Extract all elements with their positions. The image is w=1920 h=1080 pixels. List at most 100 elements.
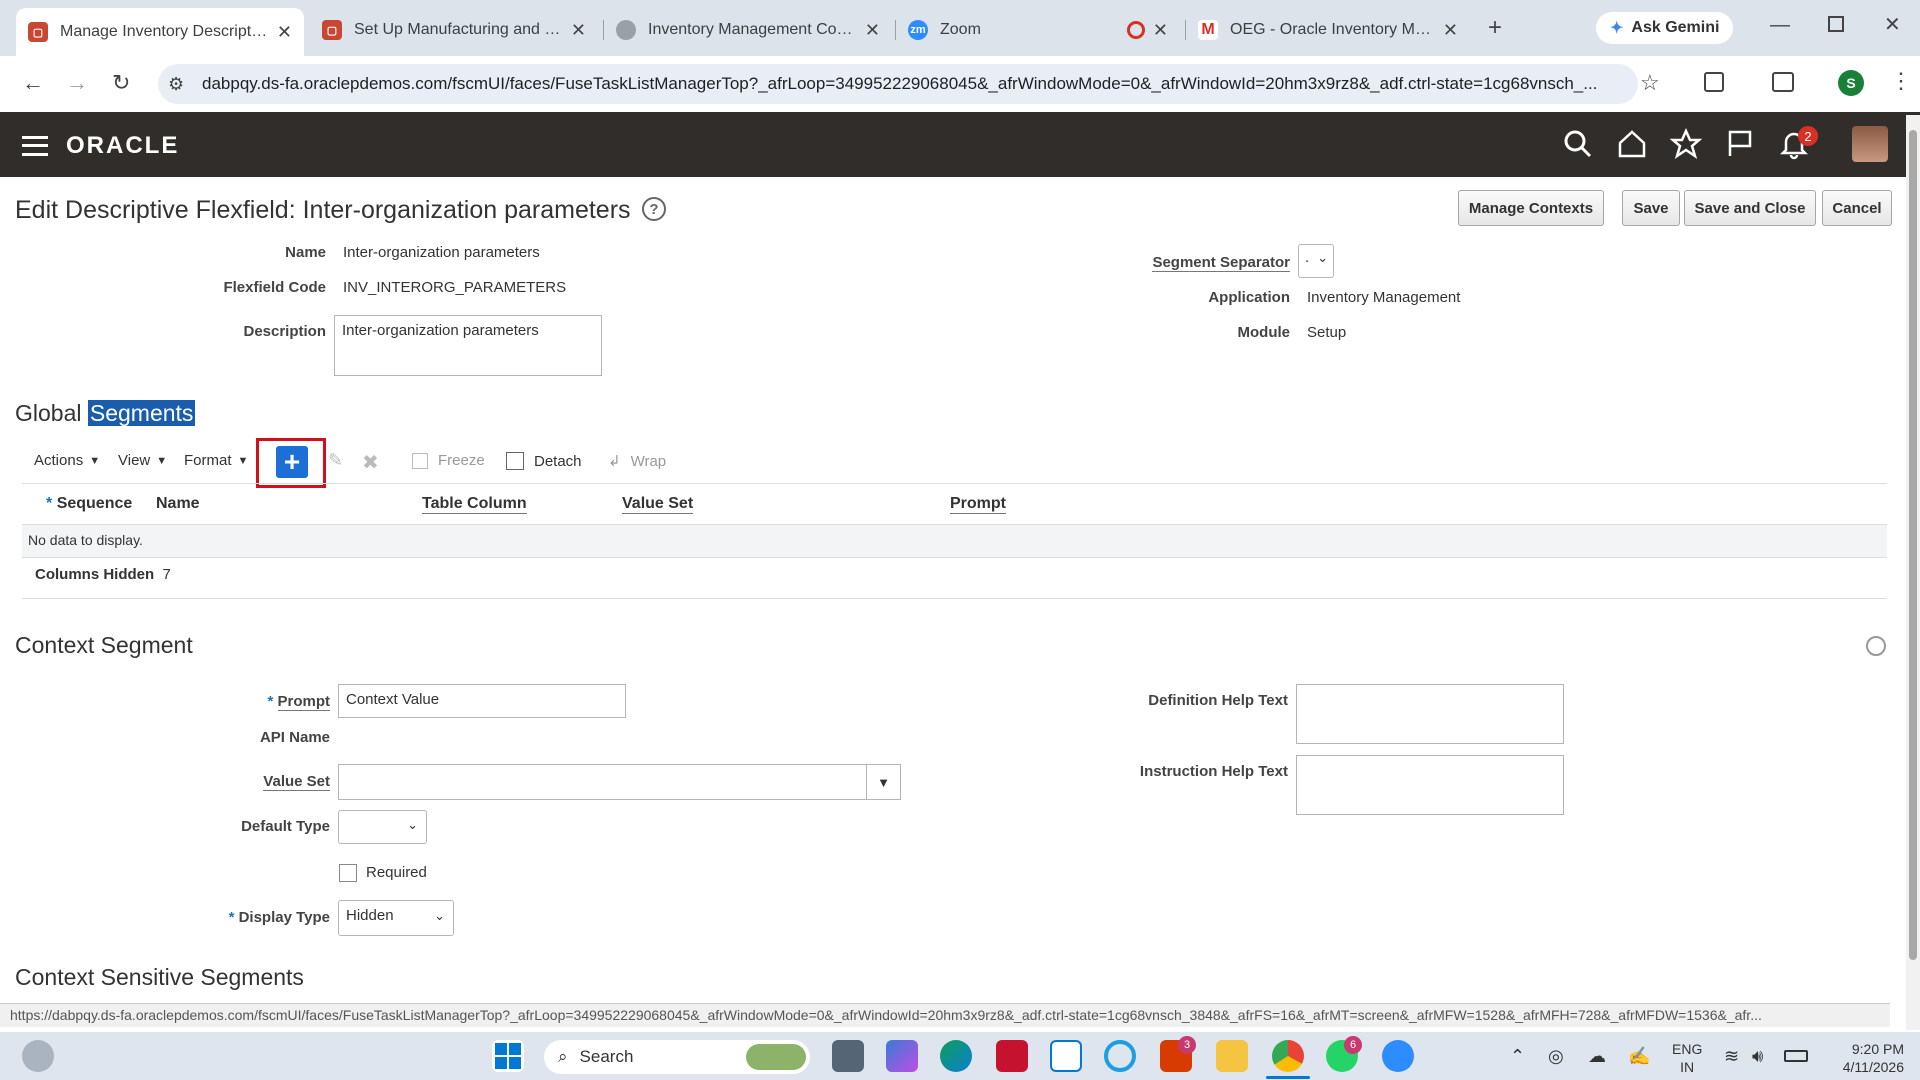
mcafee-icon[interactable] [996,1040,1028,1072]
close-tab-icon[interactable]: ✕ [1153,20,1168,41]
bookmark-star-icon[interactable]: ☆ [1640,70,1660,96]
edge-icon[interactable] [940,1040,972,1072]
notification-badge: 2 [1798,126,1818,146]
menu-kebab-icon[interactable]: ⋮ [1890,68,1912,94]
recording-icon [1126,21,1145,39]
actions-menu[interactable]: Actions ▼ [34,452,100,469]
chevron-up-icon[interactable]: ⌃ [1510,1046,1525,1067]
format-menu[interactable]: Format ▼ [184,452,248,469]
dropdown-arrow-icon[interactable]: ▼ [866,765,900,799]
column-header-prompt[interactable]: Prompt [950,495,1006,514]
task-view-icon[interactable] [832,1040,864,1072]
tab-search-icon[interactable] [1772,72,1794,92]
zoom-app-icon[interactable] [1382,1040,1414,1072]
table-body [22,524,1887,558]
detach-button[interactable]: Detach [506,452,582,470]
profile-avatar[interactable]: S [1838,70,1864,96]
module-value: Setup [1307,324,1347,341]
edit-pencil-icon[interactable]: ✎ [328,450,343,471]
oracle-logo[interactable]: ORACLE [66,132,179,160]
url-text[interactable]: dabpqy.ds-fa.oraclepdemos.com/fscmUI/fac… [202,74,1622,94]
battery-icon[interactable] [1784,1050,1808,1062]
column-header-name[interactable]: Name [156,495,200,513]
prompt-input[interactable]: Context Value [338,684,626,718]
pen-icon[interactable]: ✍ [1628,1046,1650,1067]
required-checkbox[interactable] [339,864,357,882]
link-status-bar: https://dabpqy.ds-fa.oraclepdemos.com/fs… [0,1003,1890,1027]
column-header-table-column[interactable]: Table Column [422,495,527,514]
chrome-icon[interactable] [1272,1040,1304,1072]
forward-icon[interactable]: → [66,70,88,96]
search-icon[interactable] [1562,128,1594,160]
tab-manage-inventory[interactable]: ▢ Manage Inventory Descriptive ✕ [16,8,304,56]
instruction-help-textarea[interactable] [1296,755,1564,815]
wrap-icon: ↲ [608,453,621,470]
site-info-icon[interactable]: ⚙ [168,74,184,95]
onedrive-icon[interactable]: ☁ [1588,1046,1606,1067]
help-icon[interactable]: ? [642,197,666,221]
copilot-icon[interactable] [886,1040,918,1072]
weather-icon[interactable] [22,1040,54,1072]
value-set-input[interactable]: ▼ [338,764,901,800]
definition-help-textarea[interactable] [1296,684,1564,744]
delete-x-icon[interactable]: ✖ [362,450,379,475]
description-textarea[interactable]: Inter-organization parameters [334,315,602,376]
close-tab-icon[interactable]: ✕ [865,20,880,41]
new-tab-icon[interactable]: + [1488,14,1502,42]
watchlist-flag-icon[interactable] [1724,128,1756,160]
close-tab-icon[interactable]: ✕ [1443,20,1458,41]
default-type-select[interactable]: ⌄ [338,810,427,844]
globe-icon [616,20,636,40]
freeze-button[interactable]: Freeze [412,452,485,469]
display-type-select[interactable]: Hidden ⌄ [338,900,454,936]
maximize-icon[interactable] [1828,16,1844,32]
close-tab-icon[interactable]: ✕ [571,20,586,41]
add-row-icon[interactable]: + [276,446,308,478]
cortana-icon[interactable] [1104,1040,1136,1072]
view-menu[interactable]: View ▼ [118,452,167,469]
wrap-button[interactable]: ↲ Wrap [608,452,666,471]
instruction-help-text-label: Instruction Help Text [1139,763,1288,780]
columns-hidden-status: Columns Hidden 7 [35,566,171,583]
store-icon[interactable] [1050,1040,1082,1072]
wifi-icon[interactable]: ≋ [1724,1046,1739,1067]
minimize-icon[interactable]: — [1770,14,1790,37]
reload-icon[interactable]: ↻ [112,70,130,96]
tab-inventory-config[interactable]: Inventory Management Config ✕ [604,10,892,50]
scrollbar-thumb[interactable] [1909,130,1917,960]
tab-setup-manufacturing[interactable]: ▢ Set Up Manufacturing and Sup ✕ [310,10,598,50]
value-set-label: Value Set [263,773,330,791]
file-explorer-icon[interactable] [1216,1040,1248,1072]
back-icon[interactable]: ← [22,70,44,96]
volume-icon[interactable]: 🔊︎ [1752,1046,1763,1067]
info-icon[interactable] [1866,636,1886,656]
save-and-close-button[interactable]: Save and Close [1684,190,1816,226]
close-window-icon[interactable]: ✕ [1884,12,1901,37]
search-icon: ⌕ [558,1047,568,1066]
save-button[interactable]: Save [1622,190,1680,226]
ask-gemini-button[interactable]: ✦ Ask Gemini [1596,12,1734,44]
clock[interactable]: 9:20 PM 4/11/2026 [1828,1040,1904,1076]
close-tab-icon[interactable]: ✕ [277,22,292,43]
tab-zoom[interactable]: zm Zoom ✕ [896,10,1180,50]
windows-start-icon[interactable] [492,1040,524,1072]
chevron-down-icon: ⌄ [407,817,418,832]
favorites-star-icon[interactable] [1670,128,1702,160]
hamburger-menu-icon[interactable] [22,136,48,156]
dropdown-arrow-icon: ▼ [89,454,101,467]
extensions-icon[interactable] [1704,72,1724,92]
language-indicator[interactable]: ENG IN [1672,1040,1702,1076]
context-segment-heading: Context Segment [15,632,193,658]
home-icon[interactable] [1616,128,1648,160]
column-header-value-set[interactable]: Value Set [622,495,694,514]
tab-oeg-gmail[interactable]: M OEG - Oracle Inventory Manag ✕ [1186,10,1470,50]
user-avatar[interactable] [1852,126,1888,162]
column-header-sequence[interactable]: * Sequence [46,495,132,513]
taskbar-search[interactable]: ⌕ Search [544,1040,810,1074]
meet-icon[interactable]: ◎ [1548,1046,1564,1067]
required-label: Required [366,864,427,881]
segment-separator-label: Segment Separator [1152,254,1290,272]
manage-contexts-button[interactable]: Manage Contexts [1458,190,1604,226]
cancel-button[interactable]: Cancel [1822,190,1892,226]
segment-separator-select[interactable]: . ⌄ [1298,244,1334,278]
